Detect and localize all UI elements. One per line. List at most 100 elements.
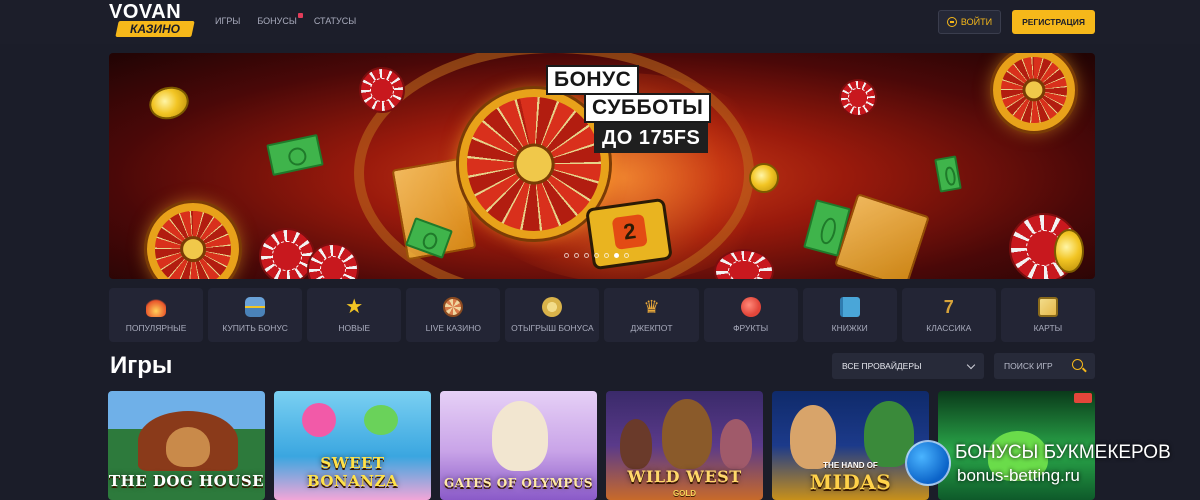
promo-banner[interactable]: БОНУС СУББОТЫ ДО 175FS <box>109 53 1095 279</box>
category-label: КНИЖКИ <box>831 323 868 333</box>
provider-select[interactable]: ВСЕ ПРОВАЙДЕРЫ <box>832 353 984 379</box>
promo-title-line-3: ДО 175FS <box>594 123 709 153</box>
promo-title-line-2: СУББОТЫ <box>584 93 712 123</box>
nav-games[interactable]: ИГРЫ <box>215 16 240 26</box>
casino-chip-decoration <box>359 67 405 113</box>
game-tile-sweet-bonanza[interactable]: SWEET BONANZA <box>274 391 431 500</box>
carousel-dot[interactable] <box>564 253 569 258</box>
game-title: THE DOG HOUSE <box>108 472 265 490</box>
category-label: LIVE КАЗИНО <box>425 323 481 333</box>
game-tile-gates-of-olympus[interactable]: GATES OF OLYMPUS <box>440 391 597 500</box>
category-label: КУПИТЬ БОНУС <box>222 323 288 333</box>
roulette-icon <box>443 297 464 317</box>
category-label: ПОПУЛЯРНЫЕ <box>125 323 187 333</box>
book-icon <box>839 297 860 317</box>
carousel-dot[interactable] <box>574 253 579 258</box>
category-label: НОВЫЕ <box>338 323 371 333</box>
carousel-dots <box>564 253 629 258</box>
playing-card-decoration <box>834 193 930 279</box>
cards-icon <box>1037 297 1058 317</box>
game-subtitle: GOLD <box>672 489 697 498</box>
register-button[interactable]: РЕГИСТРАЦИЯ <box>1012 10 1095 34</box>
notification-dot <box>297 13 303 18</box>
game-art <box>302 403 336 437</box>
vovan-casino-logo[interactable]: VOVAN КАЗИНО <box>109 2 203 40</box>
category-label: КЛАССИКА <box>926 323 972 333</box>
nav-bonuses-label: БОНУСЫ <box>257 16 297 26</box>
star-icon: ★ <box>345 296 364 318</box>
carousel-dot-active[interactable] <box>614 253 619 258</box>
game-art <box>662 399 712 469</box>
game-tile-wild-west-gold[interactable]: WILD WEST GOLD <box>606 391 763 500</box>
cherry-icon <box>740 297 761 317</box>
game-art <box>790 405 836 469</box>
login-icon <box>946 17 957 27</box>
badge-icon <box>542 297 563 317</box>
logo-wordmark: VOVAN <box>109 1 182 23</box>
wallet-decoration <box>585 197 673 271</box>
nav-statuses[interactable]: СТАТУСЫ <box>314 16 356 26</box>
game-art <box>492 401 548 471</box>
category-live-casino[interactable]: LIVE КАЗИНО <box>406 288 501 342</box>
game-art <box>720 419 752 469</box>
cash-bill-decoration <box>266 133 324 177</box>
game-title: GATES OF OLYMPUS <box>443 476 594 490</box>
roulette-wheel-decoration <box>993 53 1075 131</box>
category-label: ФРУКТЫ <box>733 323 769 333</box>
login-label: ВОЙТИ <box>960 17 993 27</box>
carousel-dot[interactable] <box>624 253 629 258</box>
category-cards[interactable]: КАРТЫ <box>1000 288 1095 342</box>
logo-badge-text: КАЗИНО <box>130 22 180 36</box>
gold-coin-decoration <box>1054 229 1084 273</box>
provider-select-value: ВСЕ ПРОВАЙДЕРЫ <box>842 361 922 371</box>
watermark-url: bonus-betting.ru <box>957 466 1080 485</box>
games-section-title: Игры <box>110 352 173 379</box>
soccer-ball-icon <box>905 440 951 486</box>
login-button[interactable]: ВОЙТИ <box>938 10 1001 34</box>
game-art <box>620 419 652 469</box>
game-title: SWEET BONANZA <box>306 454 399 490</box>
game-search-input[interactable]: ПОИСК ИГР <box>994 353 1095 379</box>
category-label: ДЖЕКПОТ <box>630 323 673 333</box>
casino-chip-decoration <box>307 243 359 279</box>
flame-icon <box>146 297 167 317</box>
category-popular[interactable]: ПОПУЛЯРНЫЕ <box>109 288 204 342</box>
game-art <box>1074 393 1092 403</box>
game-title: WILD WEST <box>627 467 742 486</box>
chevron-down-icon <box>966 360 976 370</box>
casino-chip-decoration <box>839 79 877 117</box>
category-fruits[interactable]: ФРУКТЫ <box>703 288 798 342</box>
gold-coin-decoration <box>145 82 193 124</box>
cash-bill-decoration <box>934 155 962 193</box>
category-label: КАРТЫ <box>1033 323 1063 333</box>
game-tile-dog-house[interactable]: THE DOG HOUSE <box>108 391 265 500</box>
roulette-wheel-decoration <box>147 203 239 279</box>
category-bonus-wagering[interactable]: ОТЫГРЫШ БОНУСА <box>505 288 600 342</box>
category-bar: ПОПУЛЯРНЫЕ КУПИТЬ БОНУС ★ НОВЫЕ LIVE КАЗИ… <box>109 288 1095 342</box>
search-icon <box>1072 359 1083 370</box>
gold-coin-decoration <box>749 163 779 193</box>
category-books[interactable]: КНИЖКИ <box>802 288 897 342</box>
nav-bonuses[interactable]: БОНУСЫ <box>257 13 303 26</box>
crown-icon: ♛ <box>643 297 660 317</box>
carousel-dot[interactable] <box>584 253 589 258</box>
game-search-placeholder: ПОИСК ИГР <box>1004 361 1053 371</box>
carousel-dot[interactable] <box>604 253 609 258</box>
logo-badge: КАЗИНО <box>115 21 195 37</box>
watermark-title: БОНУСЫ БУКМЕКЕРОВ <box>955 442 1171 463</box>
category-new[interactable]: ★ НОВЫЕ <box>307 288 402 342</box>
game-art <box>166 427 210 467</box>
main-nav: ИГРЫ БОНУСЫ СТАТУСЫ <box>215 13 373 26</box>
category-buy-bonus[interactable]: КУПИТЬ БОНУС <box>208 288 303 342</box>
game-art <box>364 405 398 435</box>
category-label: ОТЫГРЫШ БОНУСА <box>511 323 594 333</box>
casino-page: VOVAN КАЗИНО ИГРЫ БОНУСЫ СТАТУСЫ ВОЙТИ Р… <box>0 0 1200 500</box>
category-classic[interactable]: 7 КЛАССИКА <box>901 288 996 342</box>
top-header: VOVAN КАЗИНО ИГРЫ БОНУСЫ СТАТУСЫ ВОЙТИ Р… <box>0 0 1200 44</box>
seven-icon: 7 <box>943 297 954 317</box>
site-watermark: БОНУСЫ БУКМЕКЕРОВ bonus-betting.ru <box>905 436 1200 494</box>
promo-title-line-1: БОНУС <box>546 65 640 95</box>
category-jackpot[interactable]: ♛ ДЖЕКПОТ <box>604 288 699 342</box>
carousel-dot[interactable] <box>594 253 599 258</box>
gift-box-icon <box>245 297 266 317</box>
